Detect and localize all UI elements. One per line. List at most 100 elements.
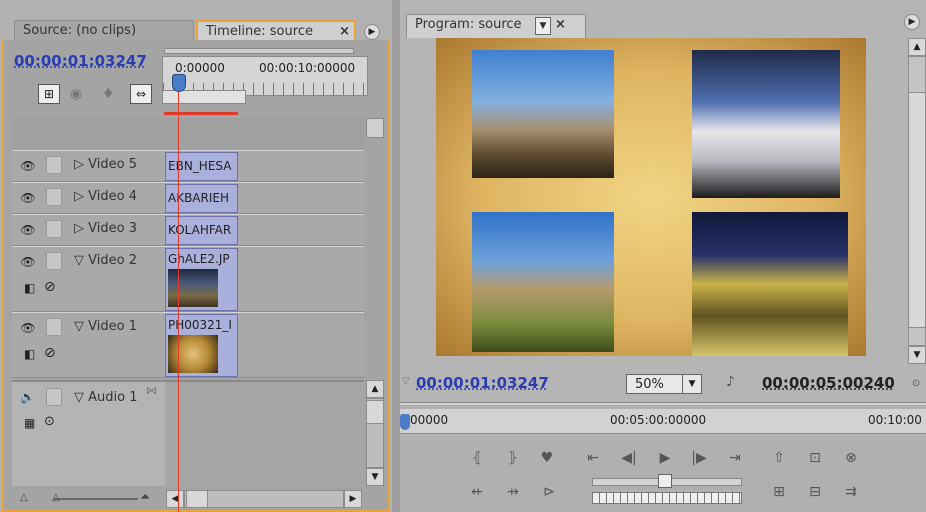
safe-margins-icon[interactable]: ⊟ xyxy=(804,482,826,502)
goto-out-icon[interactable]: ⇥ xyxy=(724,448,746,468)
current-timecode[interactable]: 00:00:01:03247 xyxy=(416,374,549,392)
render-bar xyxy=(164,112,238,115)
track-label-text: Video 5 xyxy=(88,157,137,172)
scroll-left-button[interactable]: ◀ xyxy=(166,490,184,508)
lift-icon[interactable]: ⇧ xyxy=(768,448,790,468)
lock-toggle[interactable] xyxy=(46,318,62,336)
horizontal-scroll-thumb[interactable] xyxy=(186,490,208,508)
close-icon[interactable]: × xyxy=(339,22,350,42)
keyframe-toggle-icon[interactable]: ⊘ xyxy=(44,345,56,361)
panel-menu-icon[interactable]: ▶ xyxy=(904,14,920,30)
scroll-down-button[interactable]: ▼ xyxy=(908,346,926,364)
zoom-slider-track[interactable] xyxy=(162,90,246,104)
speaker-icon[interactable]: 🔈 xyxy=(20,390,35,404)
eye-icon[interactable]: 👁 xyxy=(20,159,36,173)
eye-icon[interactable]: 👁 xyxy=(20,223,36,237)
lock-toggle[interactable] xyxy=(46,388,62,406)
track-spacer xyxy=(12,118,364,150)
audio-clip-area xyxy=(165,382,364,486)
clip[interactable]: AKBARIEH xyxy=(165,184,238,213)
playhead-marker[interactable] xyxy=(172,74,186,92)
clip[interactable]: PH00321_I xyxy=(165,314,238,377)
timeline-timecode[interactable]: 00:00:01:03247 xyxy=(14,52,147,70)
scroll-down-button[interactable]: ▼ xyxy=(366,468,384,486)
goto-next-edit-icon[interactable]: ⇸ xyxy=(502,482,524,502)
zoom-slider-handle[interactable]: △ xyxy=(52,492,60,503)
output-icon[interactable]: ⊞ xyxy=(768,482,790,502)
keyframe-toggle-icon[interactable]: ⊘ xyxy=(44,279,56,295)
track-label-text: Audio 1 xyxy=(88,390,138,405)
track-label-text: Video 4 xyxy=(88,189,137,204)
viewing-area-bar[interactable]: ⇔ xyxy=(130,84,152,104)
panel-menu-icon[interactable]: ▶ xyxy=(364,24,380,40)
track-label-text: Video 3 xyxy=(88,221,137,236)
dropdown-icon[interactable]: ▼ xyxy=(535,17,551,35)
set-marker-icon[interactable]: ◉ xyxy=(70,86,82,102)
program-time-ruler[interactable]: 00000 00:05:00:00000 00:10:00 xyxy=(400,402,926,434)
duration-timecode[interactable]: 00:00:05:00240 xyxy=(762,374,895,392)
zoom-value: 50% xyxy=(635,377,664,392)
goto-in-icon[interactable]: ⇤ xyxy=(582,448,604,468)
display-style-icon[interactable]: ◧ xyxy=(24,347,35,361)
tab-timeline[interactable]: Timeline: source × xyxy=(196,20,356,42)
tab-program[interactable]: Program: source ▼ × xyxy=(406,14,586,38)
clip[interactable]: KOLAHFAR xyxy=(165,216,238,245)
panel-divider[interactable] xyxy=(392,0,400,512)
set-out-icon[interactable]: ⦄ xyxy=(502,448,524,468)
play-in-to-out-icon[interactable]: ⊳ xyxy=(538,482,560,502)
scroll-thumb[interactable] xyxy=(908,92,926,328)
lock-toggle[interactable] xyxy=(46,220,62,238)
play-icon[interactable]: ▶ xyxy=(654,448,676,468)
eye-icon[interactable]: 👁 xyxy=(20,255,36,269)
snap-icon[interactable]: ⊞ xyxy=(38,84,60,104)
scroll-right-button[interactable]: ▶ xyxy=(344,490,362,508)
goto-previous-edit-icon[interactable]: ⇷ xyxy=(466,482,488,502)
set-marker-icon[interactable]: ♥ xyxy=(536,448,558,468)
zoom-slider[interactable] xyxy=(54,498,138,500)
settings-icon[interactable]: ⊙ xyxy=(912,378,920,389)
zoom-in-icon[interactable]: ⏶ xyxy=(140,490,150,505)
encore-marker-icon[interactable]: ♦ xyxy=(102,86,115,102)
tab-program-label: Program: source xyxy=(415,17,522,32)
zoom-out-icon[interactable]: △ xyxy=(20,492,28,503)
scroll-thumb[interactable] xyxy=(366,400,384,424)
track-header: 👁 ▷ Video 5 xyxy=(12,151,164,181)
ruler-end-label: 00:10:00 xyxy=(868,413,922,427)
display-style-icon[interactable]: ◧ xyxy=(24,281,35,295)
track-video-5: 👁 ▷ Video 5 EBN_HESA xyxy=(12,150,364,182)
eye-icon[interactable]: 👁 xyxy=(20,321,36,335)
shuttle-handle[interactable] xyxy=(658,474,672,488)
clip[interactable]: EBN_HESA xyxy=(165,152,238,181)
trim-monitor-icon[interactable]: ⇉ xyxy=(840,482,862,502)
set-in-icon[interactable]: ⦃ xyxy=(466,448,488,468)
work-area-bar[interactable] xyxy=(164,48,354,54)
lock-toggle[interactable] xyxy=(46,252,62,270)
track-video-1: 👁 ▽ Video 1 ◧ ⊘ PH00321_I xyxy=(12,312,364,378)
step-forward-icon[interactable]: |▶ xyxy=(688,448,710,468)
jog-disk[interactable] xyxy=(592,492,742,504)
extract-icon[interactable]: ⊡ xyxy=(804,448,826,468)
tab-source[interactable]: Source: (no clips) xyxy=(14,20,194,42)
close-icon[interactable]: × xyxy=(555,15,566,35)
playhead-marker[interactable] xyxy=(400,414,410,430)
track-video-2: 👁 ▽ Video 2 ◧ ⊘ GhALE2.JP xyxy=(12,246,364,312)
scroll-up-button[interactable]: ▲ xyxy=(366,380,384,398)
track-label: ▷ Video 5 xyxy=(74,157,137,172)
track-label: ▷ Video 3 xyxy=(74,221,137,236)
horizontal-scrollbar[interactable] xyxy=(184,490,344,508)
scroll-up-button[interactable]: ▲ xyxy=(908,38,926,56)
keyframe-toggle-icon[interactable]: ⊙ xyxy=(44,414,55,429)
step-back-icon[interactable]: ◀| xyxy=(618,448,640,468)
transport-area: ⦃ ⦄ ♥ ⇤ ◀| ▶ |▶ ⇥ ⇧ ⊡ ⊗ ⇷ ⇸ ⊳ ⊞ ⊟ ⇉ xyxy=(400,436,926,512)
track-audio-1: 🔈 ▽ Audio 1 ⋈ ▦ ⊙ xyxy=(12,380,364,486)
display-style-icon[interactable]: ▦ xyxy=(24,416,35,430)
scroll-up-small[interactable] xyxy=(366,118,384,138)
trim-icon[interactable]: ⊗ xyxy=(840,448,862,468)
lock-toggle[interactable] xyxy=(46,156,62,174)
zoom-select[interactable]: 50% ▼ xyxy=(626,374,702,394)
clip[interactable]: GhALE2.JP xyxy=(165,248,238,311)
lock-toggle[interactable] xyxy=(46,188,62,206)
eye-icon[interactable]: 👁 xyxy=(20,191,36,205)
clip-thumbnail xyxy=(168,335,218,373)
photo-white-building xyxy=(692,50,840,198)
